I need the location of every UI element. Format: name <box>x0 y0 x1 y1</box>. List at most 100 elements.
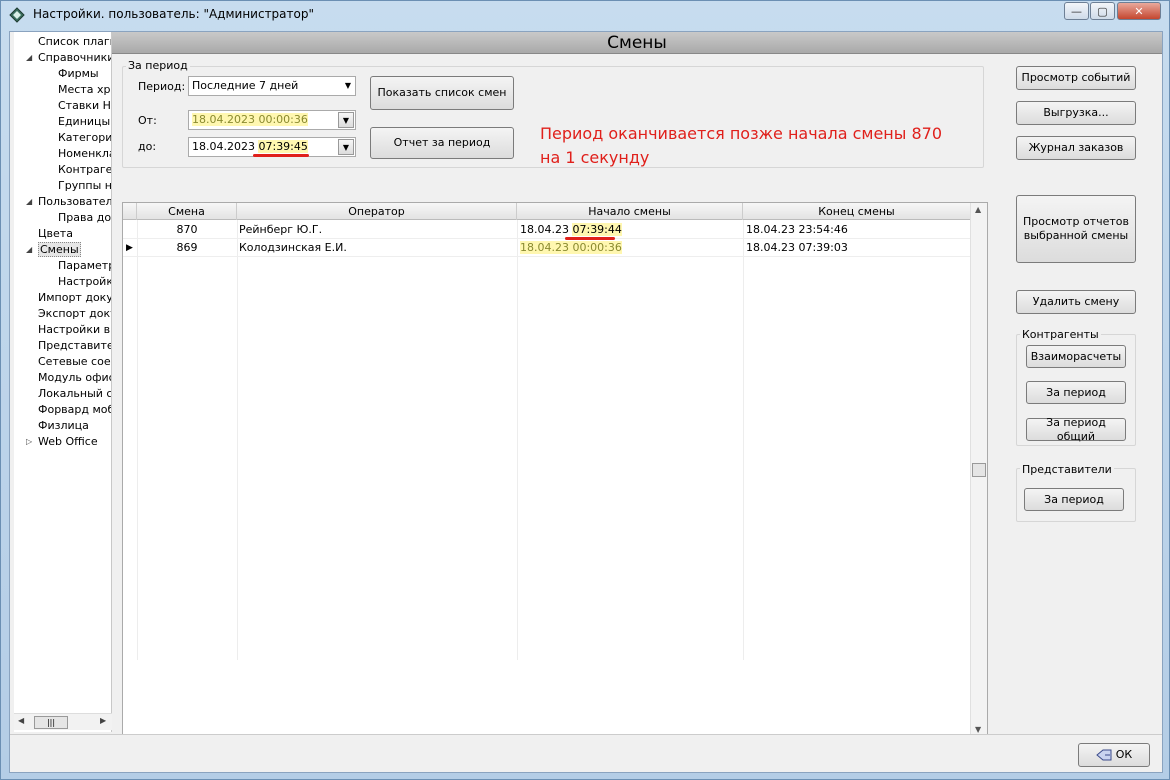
to-time-value: 07:39:45 <box>258 140 308 153</box>
period-group-label: За период <box>126 59 190 72</box>
tree-label: Права до <box>58 211 112 224</box>
contractors-period-total-button[interactable]: За период общий <box>1026 416 1126 443</box>
column-header-start[interactable]: Начало смены <box>517 203 743 220</box>
tree-label: Параметр <box>58 259 112 272</box>
close-button[interactable]: ✕ <box>1117 2 1161 20</box>
scroll-left-icon[interactable]: ◀ <box>18 716 24 725</box>
tree-item-categories[interactable]: Категори <box>58 130 111 146</box>
minimize-icon: — <box>1071 4 1082 18</box>
tree-item-storage[interactable]: Места хра <box>58 82 111 98</box>
title-bar[interactable]: Настройки. пользователь: "Администратор"… <box>1 1 1169 29</box>
column-divider <box>743 220 744 660</box>
close-icon: ✕ <box>1134 4 1144 18</box>
scroll-thumb[interactable]: ||| <box>34 716 68 729</box>
column-header-operator[interactable]: Оператор <box>237 203 517 220</box>
tree-item-local-server[interactable]: Локальный се <box>38 386 111 402</box>
representatives-group-label: Представители <box>1020 463 1114 476</box>
view-shift-reports-button[interactable]: Просмотр отчетов выбранной смены <box>1016 195 1136 263</box>
table-header: Смена Оператор Начало смены Конец смены <box>123 203 971 220</box>
chevron-down-icon: ▼ <box>344 81 351 90</box>
column-divider <box>237 220 238 660</box>
calendar-dropdown-icon[interactable]: ▼ <box>338 112 354 128</box>
tree-item-plugins[interactable]: Список плаги <box>38 34 112 50</box>
tree-item-directories[interactable]: ◢ Справочники <box>26 50 111 66</box>
tree-item-contractors[interactable]: Контраге <box>58 162 111 178</box>
scroll-down-icon[interactable]: ▼ <box>975 725 981 734</box>
view-events-button[interactable]: Просмотр событий <box>1016 66 1136 90</box>
tree-item-settings[interactable]: Настройк <box>58 274 112 290</box>
ok-icon <box>1095 749 1112 761</box>
tree-item-import[interactable]: Импорт доку <box>38 290 111 306</box>
scroll-right-icon[interactable]: ▶ <box>100 716 106 725</box>
tree-label: Список плаги <box>38 35 112 48</box>
red-underline-mark <box>253 154 309 157</box>
show-shift-list-button[interactable]: Показать список смен <box>370 76 514 110</box>
annotation-line-1: Период оканчивается позже начала смены 8… <box>540 124 943 143</box>
page-title: Смены <box>112 32 1162 54</box>
tree-item-forward-mobile[interactable]: Форвард моб <box>38 402 111 418</box>
collapse-icon[interactable]: ◢ <box>26 242 32 258</box>
collapse-icon[interactable]: ◢ <box>26 50 32 66</box>
mutual-settlements-button[interactable]: Взаиморасчеты <box>1026 345 1126 368</box>
tree-item-access-rights[interactable]: Права до <box>58 210 111 226</box>
minimize-button[interactable]: — <box>1064 2 1089 20</box>
client-area: Список плаги ◢ Справочники Фирмы Места хр… <box>9 31 1163 773</box>
period-select[interactable]: Последние 7 дней ▼ <box>188 76 356 96</box>
cell-start-date: 18.04.23 <box>520 223 573 236</box>
tree-label: Ставки Н, <box>58 99 112 112</box>
maximize-button[interactable]: ▢ <box>1090 2 1115 20</box>
tree-item-external-settings[interactable]: Настройки вн <box>38 322 111 338</box>
cell-start-date: 18.04.23 00:00:36 <box>520 241 622 254</box>
tree-item-users[interactable]: ◢ Пользовател <box>26 194 111 210</box>
tree-item-web-office[interactable]: ▷ Web Office <box>26 434 98 450</box>
representatives-period-button[interactable]: За период <box>1024 488 1124 511</box>
delete-shift-button[interactable]: Удалить смену <box>1016 290 1136 314</box>
table-row[interactable]: ▶ 869 Колодзинская Е.И. 18.04.23 00:00:3… <box>123 239 971 257</box>
tree-label: Настройк <box>58 275 112 288</box>
tree-item-parameters[interactable]: Параметр <box>58 258 112 274</box>
shifts-table[interactable]: Смена Оператор Начало смены Конец смены … <box>122 202 988 740</box>
scroll-thumb[interactable] <box>972 463 986 477</box>
cell-end: 18.04.23 23:54:46 <box>746 223 848 236</box>
expand-icon[interactable]: ▷ <box>26 434 32 450</box>
tree-horizontal-scrollbar[interactable]: ◀ ||| ▶ <box>14 713 112 730</box>
tree-label: Модуль офис <box>38 371 112 384</box>
table-row[interactable]: 870 Рейнберг Ю.Г. 18.04.23 07:39:44 18.0… <box>123 221 971 239</box>
collapse-icon[interactable]: ◢ <box>26 194 32 210</box>
tree-label: Фирмы <box>58 67 99 80</box>
to-date-value: 18.04.2023 <box>192 140 259 153</box>
tree-item-units[interactable]: Единицы <box>58 114 110 130</box>
tree-label: Группы н <box>58 179 112 192</box>
orders-log-button[interactable]: Журнал заказов <box>1016 136 1136 160</box>
tree-item-groups[interactable]: Группы н <box>58 178 112 194</box>
cell-operator: Колодзинская Е.И. <box>239 241 347 254</box>
tree-item-individuals[interactable]: Физлица <box>38 418 89 434</box>
export-button[interactable]: Выгрузка... <box>1016 101 1136 125</box>
contractors-group-label: Контрагенты <box>1020 328 1101 341</box>
column-header-shift[interactable]: Смена <box>137 203 237 220</box>
ok-button[interactable]: ОК <box>1078 743 1150 767</box>
settings-tree[interactable]: Список плаги ◢ Справочники Фирмы Места хр… <box>14 32 112 732</box>
calendar-dropdown-icon[interactable]: ▼ <box>338 139 354 155</box>
tree-item-nomenclature[interactable]: Номенкла <box>58 146 111 162</box>
tree-item-office-module[interactable]: Модуль офис <box>38 370 112 386</box>
tree-item-colors[interactable]: Цвета <box>38 226 73 242</box>
scroll-up-icon[interactable]: ▲ <box>975 205 981 214</box>
tree-item-vat-rates[interactable]: Ставки Н, <box>58 98 112 114</box>
tree-label: Физлица <box>38 419 89 432</box>
tree-item-representatives[interactable]: Представите. <box>38 338 111 354</box>
column-header-end[interactable]: Конец смены <box>743 203 971 220</box>
tree-label: Цвета <box>38 227 73 240</box>
tree-item-shifts[interactable]: ◢ Смены <box>26 242 81 258</box>
period-report-button[interactable]: Отчет за период <box>370 127 514 159</box>
tree-label: Web Office <box>38 435 98 448</box>
maximize-icon: ▢ <box>1097 4 1108 18</box>
contractors-period-button[interactable]: За период <box>1026 381 1126 404</box>
table-vertical-scrollbar[interactable]: ▲ ▼ <box>970 203 987 739</box>
tree-item-export[interactable]: Экспорт доку <box>38 306 111 322</box>
from-datetime-picker[interactable]: 18.04.2023 00:00:36 ▼ <box>188 110 356 130</box>
tree-item-network[interactable]: Сетевые соед <box>38 354 111 370</box>
from-datetime-value: 18.04.2023 00:00:36 <box>192 113 308 126</box>
tree-label: Смены <box>38 242 81 257</box>
tree-item-firms[interactable]: Фирмы <box>58 66 99 82</box>
